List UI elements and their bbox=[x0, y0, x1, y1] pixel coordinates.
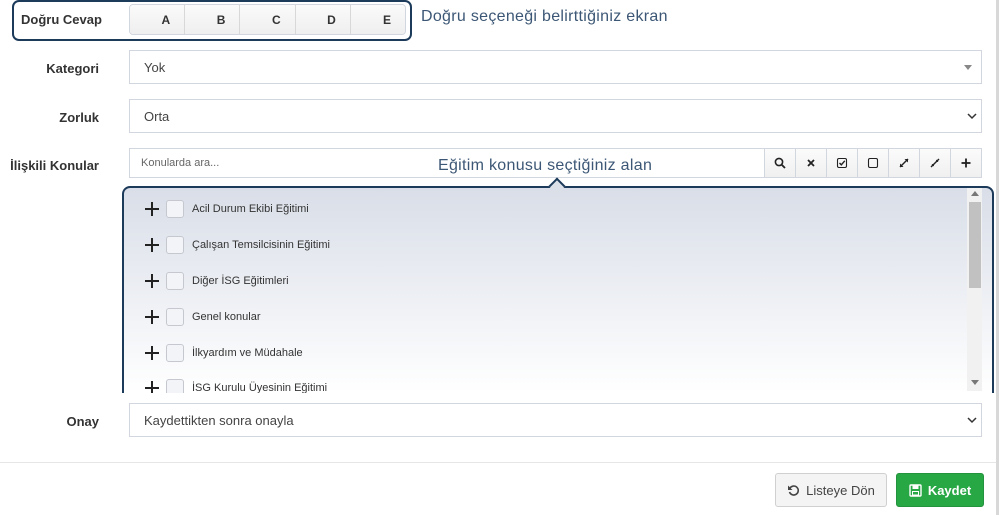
tree-item[interactable]: İlkyardım ve Müdahale bbox=[144, 343, 303, 363]
expand-plus-icon[interactable] bbox=[144, 309, 160, 325]
answer-option-c[interactable]: C bbox=[240, 5, 296, 34]
answer-option-e[interactable]: E bbox=[350, 5, 405, 34]
approval-select[interactable]: Kaydettikten sonra onayla bbox=[129, 403, 982, 437]
scroll-down-icon[interactable] bbox=[971, 380, 979, 385]
tree-checkbox[interactable] bbox=[166, 272, 184, 290]
tree-checkbox[interactable] bbox=[166, 379, 184, 393]
clear-button[interactable] bbox=[796, 149, 827, 177]
category-value: Yok bbox=[144, 59, 166, 75]
check-all-button[interactable] bbox=[827, 149, 858, 177]
uncheck-all-button[interactable] bbox=[858, 149, 889, 177]
topics-tree: Acil Durum Ekibi Eğitimi Çalışan Temsilc… bbox=[122, 186, 994, 393]
tree-item-label: İSG Kurulu Üyesinin Eğitimi bbox=[192, 382, 328, 393]
answer-label: Doğru Cevap bbox=[21, 12, 102, 27]
chevron-down-icon bbox=[967, 113, 977, 120]
expand-plus-icon[interactable] bbox=[144, 345, 160, 361]
tree-item[interactable]: Genel konular bbox=[144, 307, 261, 327]
expand-plus-icon[interactable] bbox=[144, 380, 160, 393]
topics-toolbar bbox=[764, 148, 982, 178]
expand-plus-icon[interactable] bbox=[144, 201, 160, 217]
back-button-label: Listeye Dön bbox=[806, 482, 875, 498]
category-select[interactable]: Yok bbox=[129, 50, 982, 84]
save-button-label: Kaydet bbox=[927, 482, 972, 498]
answer-annotation: Doğru seçeneği belirttiğiniz ekran bbox=[421, 8, 668, 25]
topics-label: İlişkili Konular bbox=[10, 158, 99, 173]
chevron-down-icon bbox=[967, 417, 977, 424]
scroll-thumb[interactable] bbox=[969, 202, 981, 288]
expand-icon bbox=[899, 158, 909, 168]
answer-option-a[interactable]: A bbox=[130, 5, 186, 34]
uncheck-all-icon bbox=[867, 157, 879, 169]
tree-scrollbar[interactable] bbox=[967, 188, 982, 391]
tree-item[interactable]: Çalışan Temsilcisinin Eğitimi bbox=[144, 235, 330, 255]
expand-plus-icon[interactable] bbox=[144, 273, 160, 289]
tree-item-label: İlkyardım ve Müdahale bbox=[192, 347, 303, 359]
expand-all-button[interactable] bbox=[889, 149, 920, 177]
footer-divider bbox=[0, 462, 999, 463]
category-label: Kategori bbox=[46, 61, 99, 76]
tree-item-label: Genel konular bbox=[192, 311, 261, 323]
add-topic-button[interactable] bbox=[951, 149, 981, 177]
answer-option-b[interactable]: B bbox=[185, 5, 241, 34]
expand-plus-icon[interactable] bbox=[144, 237, 160, 253]
tree-item[interactable]: Acil Durum Ekibi Eğitimi bbox=[144, 199, 309, 219]
search-button[interactable] bbox=[765, 149, 796, 177]
difficulty-value: Orta bbox=[144, 108, 170, 124]
tree-checkbox[interactable] bbox=[166, 308, 184, 326]
scroll-up-icon[interactable] bbox=[971, 191, 979, 196]
tree-item-label: Çalışan Temsilcisinin Eğitimi bbox=[192, 239, 330, 251]
check-all-icon bbox=[836, 157, 848, 169]
answer-option-d[interactable]: D bbox=[295, 5, 351, 34]
add-icon bbox=[961, 158, 971, 168]
save-button[interactable]: Kaydet bbox=[896, 473, 984, 507]
tree-checkbox[interactable] bbox=[166, 236, 184, 254]
tree-item-label: Diğer İSG Eğitimleri bbox=[192, 275, 289, 287]
topics-annotation: Eğitim konusu seçtiğiniz alan bbox=[438, 157, 653, 174]
difficulty-select[interactable]: Orta bbox=[129, 99, 982, 133]
caret-down-icon bbox=[964, 65, 972, 70]
difficulty-label: Zorluk bbox=[59, 110, 99, 125]
undo-icon bbox=[788, 484, 800, 496]
collapse-icon bbox=[930, 158, 940, 168]
search-icon bbox=[774, 157, 786, 169]
floppy-disk-icon bbox=[909, 483, 922, 497]
approval-label: Onay bbox=[66, 414, 99, 429]
answer-options: A B C D E bbox=[129, 4, 406, 35]
tree-checkbox[interactable] bbox=[166, 200, 184, 218]
collapse-all-button[interactable] bbox=[920, 149, 951, 177]
back-to-list-button[interactable]: Listeye Dön bbox=[775, 473, 887, 507]
clear-icon bbox=[807, 159, 815, 167]
tree-checkbox[interactable] bbox=[166, 344, 184, 362]
tree-item[interactable]: Diğer İSG Eğitimleri bbox=[144, 271, 289, 291]
tree-item-label: Acil Durum Ekibi Eğitimi bbox=[192, 203, 309, 215]
approval-value: Kaydettikten sonra onayla bbox=[144, 412, 294, 428]
tree-item[interactable]: İSG Kurulu Üyesinin Eğitimi bbox=[144, 378, 327, 393]
